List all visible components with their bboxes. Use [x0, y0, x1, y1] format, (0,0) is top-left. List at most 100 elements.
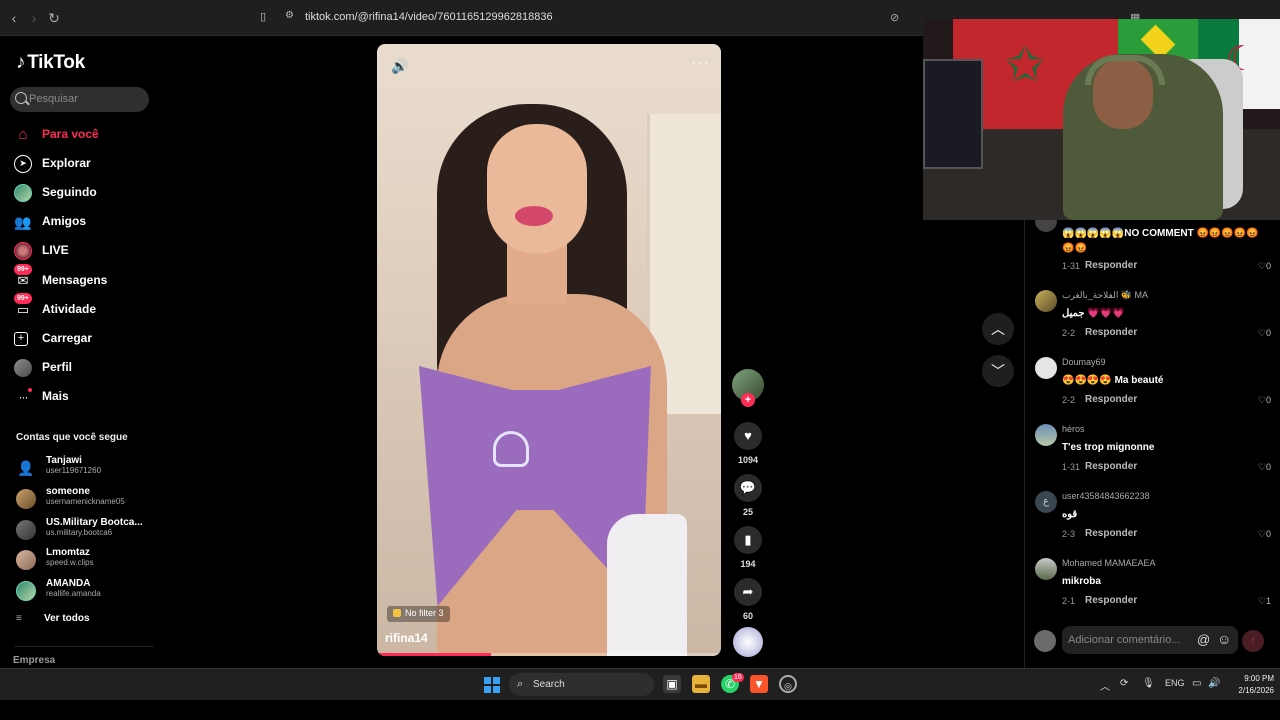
comment-text: 😍😍😍😍 Ma beauté [1062, 375, 1164, 386]
add-comment-bar: Adicionar comentário... @ ☺ ↑ [1034, 626, 1270, 654]
webcam-overlay: ✩ [923, 19, 1280, 220]
see-all-link[interactable]: ≡ Ver todos [16, 613, 90, 624]
reply-button[interactable]: Responder [1085, 461, 1137, 472]
sidebar-item-para-voce[interactable]: ⌂ Para você [14, 124, 154, 146]
sidebar-item-explorar[interactable]: ➤ Explorar [14, 153, 154, 175]
sidebar-item-carregar[interactable]: + Carregar [14, 328, 154, 350]
comment-text: جميل 💗💗💗 [1062, 308, 1125, 319]
reply-button[interactable]: Responder [1085, 394, 1137, 405]
avatar[interactable] [1035, 424, 1057, 446]
share-action[interactable]: ➦ 60 [734, 578, 762, 621]
followed-account[interactable]: US.Military Bootca... us.military.bootca… [16, 517, 156, 545]
site-info-icon[interactable]: ⚙ [285, 10, 294, 21]
sidebar-item-mensagens[interactable]: ✉ 99+ Mensagens [14, 264, 154, 292]
comment-input[interactable]: Adicionar comentário... @ ☺ [1062, 626, 1238, 654]
heart-outline-icon: ♡ [1257, 529, 1266, 539]
comment-author[interactable]: user43584843662238 [1062, 491, 1150, 501]
tiktok-logo[interactable]: ♪ TikTok [16, 52, 85, 74]
video-frame-subject [515, 206, 553, 226]
followed-account[interactable]: AMANDA reallife.amanda [16, 578, 156, 606]
heart-icon[interactable]: ♥ [734, 422, 762, 450]
comment-like[interactable]: ♡1 [1258, 596, 1271, 607]
footer-empresa-link[interactable]: Empresa [13, 655, 55, 666]
comment-like[interactable]: ♡0 [1258, 462, 1271, 473]
mention-icon[interactable]: @ [1197, 632, 1210, 647]
volume-icon[interactable]: 🔊 [391, 58, 408, 75]
save-action[interactable]: ▮ 194 [734, 526, 762, 569]
more-options-icon[interactable]: ··· [691, 54, 710, 72]
comment-like[interactable]: ♡0 [1258, 395, 1271, 406]
chevron-up-icon[interactable]: ︿ [1100, 678, 1110, 693]
comment-like[interactable]: ♡0 [1258, 529, 1271, 540]
emoji-icon[interactable]: ☺ [1217, 631, 1231, 647]
comment-author[interactable]: Mohamed MAMAEAEA [1062, 558, 1156, 568]
comment-like[interactable]: ♡0 [1258, 261, 1271, 272]
followed-account[interactable]: 👤 Tanjawi user119671260 [16, 455, 156, 483]
url-text[interactable]: tiktok.com/@rifina14/video/7601165129962… [305, 11, 553, 23]
reply-button[interactable]: Responder [1085, 260, 1137, 271]
send-button[interactable]: ↑ [1242, 630, 1264, 652]
video-frame-subject [487, 124, 587, 254]
followed-account[interactable]: someone usernamenickname05 [16, 486, 156, 514]
chevron-up-icon: ︿ [991, 321, 1005, 337]
sidebar-item-mais[interactable]: ··· Mais [14, 386, 154, 408]
clock[interactable]: 9:00 PM 2/16/2026 [1222, 673, 1274, 697]
filter-tag[interactable]: No filter 3 [387, 606, 450, 622]
sidebar-item-live[interactable]: LIVE [14, 240, 154, 262]
avatar [16, 520, 36, 540]
microphone-icon[interactable]: 🎙 [1142, 678, 1155, 689]
address-bar[interactable]: ▯ ⚙ tiktok.com/@rifina14/video/760116512… [252, 6, 902, 30]
task-view-icon[interactable]: ▣ [663, 675, 681, 693]
comment-action[interactable]: 💬 25 [734, 474, 762, 517]
reload-icon[interactable]: ↻ [46, 10, 62, 26]
windows-start-icon[interactable] [484, 677, 500, 693]
comment-placeholder: Adicionar comentário... [1068, 634, 1181, 646]
avatar[interactable] [1035, 357, 1057, 379]
like-action[interactable]: ♥ 1094 [734, 422, 762, 465]
windows-taskbar: ⌕ Search ▣ ▬ ✆ 16 ▼ ◎ ︿ ⟳ 🎙 ENG ▭ 🔊 9:00… [0, 668, 1280, 700]
app-icon[interactable]: ◎ [779, 675, 797, 693]
sidebar-item-label: Seguindo [42, 185, 97, 199]
share-icon[interactable]: ➦ [734, 578, 762, 606]
account-username: reallife.amanda [46, 589, 101, 598]
follow-button[interactable]: + [741, 393, 755, 407]
monitor-icon[interactable]: ▭ [1192, 678, 1201, 689]
music-disc-icon[interactable] [733, 627, 763, 657]
video-author[interactable]: rifina14 [385, 631, 428, 645]
volume-icon[interactable]: 🔊 [1208, 678, 1220, 689]
comment-author[interactable]: Doumay69 [1062, 357, 1106, 367]
language-indicator[interactable]: ENG [1165, 678, 1185, 688]
comment-like[interactable]: ♡0 [1258, 328, 1271, 339]
comment-text: mikroba [1062, 576, 1101, 587]
sync-icon[interactable]: ⟳ [1120, 678, 1128, 689]
taskbar-search[interactable]: ⌕ Search [509, 673, 654, 696]
previous-video-button[interactable]: ︿ [982, 313, 1014, 345]
comment-icon[interactable]: 💬 [734, 474, 762, 502]
sidebar-item-amigos[interactable]: 👥 Amigos [14, 211, 154, 233]
reply-button[interactable]: Responder [1085, 528, 1137, 539]
forward-icon[interactable]: › [26, 10, 42, 26]
brave-icon[interactable]: ▼ [750, 675, 768, 693]
video-progress-bar[interactable] [377, 653, 721, 656]
video-player[interactable]: 🔊 ··· No filter 3 rifina14 [377, 44, 721, 656]
avatar[interactable] [1035, 290, 1057, 312]
comment-author[interactable]: الفلاحة_بالغرب 🐝 MA [1062, 290, 1148, 301]
back-icon[interactable]: ‹ [6, 10, 22, 26]
bookmark-icon[interactable]: ▯ [260, 10, 266, 23]
avatar[interactable]: ع [1035, 491, 1057, 513]
list-icon: ≡ [16, 613, 22, 624]
reply-button[interactable]: Responder [1085, 327, 1137, 338]
followed-account[interactable]: Lmomtaz speed.w.clips [16, 547, 156, 575]
next-video-button[interactable]: ﹀ [982, 355, 1014, 387]
tracking-icon[interactable]: ⊘ [890, 11, 899, 24]
comment-author[interactable]: héros [1062, 424, 1085, 434]
sidebar-item-atividade[interactable]: ▭ 99+ Atividade [14, 293, 154, 321]
bookmark-icon[interactable]: ▮ [734, 526, 762, 554]
search-input[interactable]: Pesquisar [10, 87, 149, 112]
sidebar-item-perfil[interactable]: Perfil [14, 357, 154, 379]
file-explorer-icon[interactable]: ▬ [692, 675, 710, 693]
reply-button[interactable]: Responder [1085, 595, 1137, 606]
avatar[interactable] [1035, 558, 1057, 580]
following-accounts-title: Contas que você segue [16, 432, 128, 443]
sidebar-item-seguindo[interactable]: Seguindo [14, 182, 154, 204]
